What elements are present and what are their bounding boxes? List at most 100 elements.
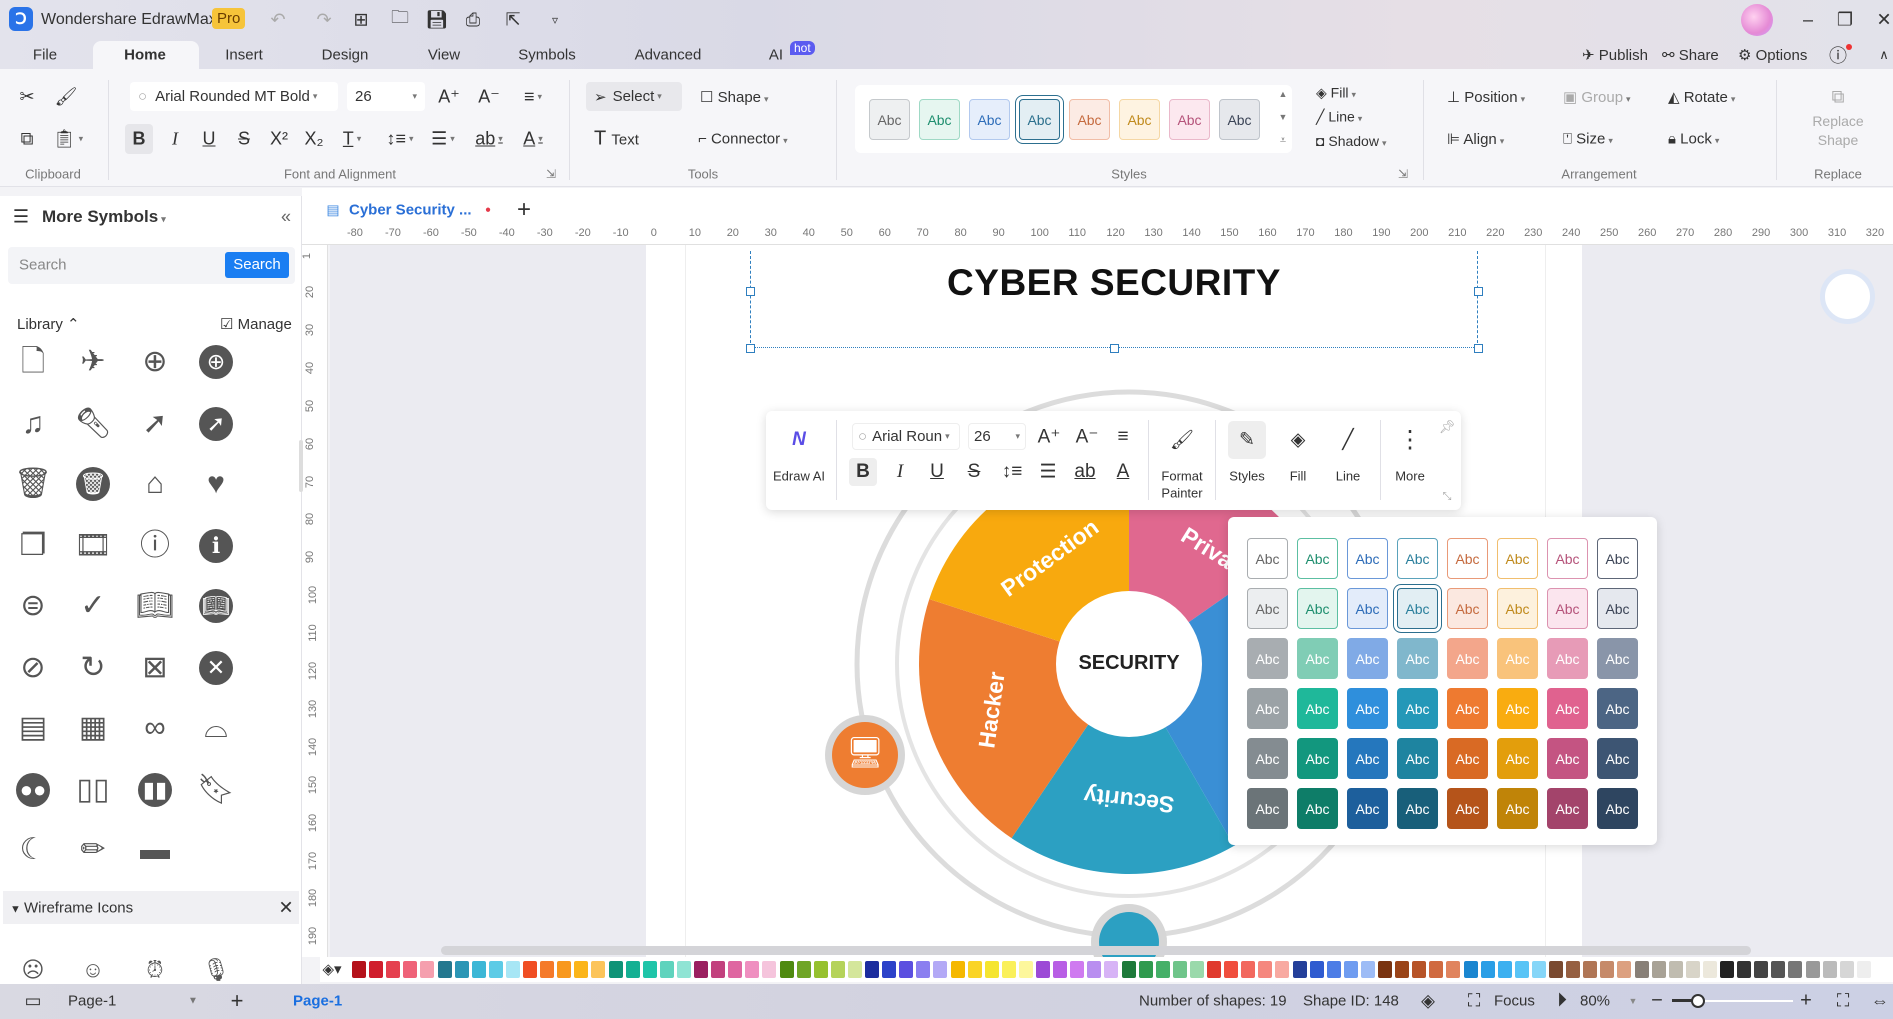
style-option[interactable]: Abc — [1247, 588, 1288, 629]
palette-swatch[interactable] — [865, 961, 879, 978]
trash-icon[interactable]: 🗑︎ — [14, 469, 52, 499]
palette-swatch[interactable] — [1839, 961, 1854, 978]
style-option[interactable]: Abc — [1447, 638, 1488, 679]
style-option[interactable]: Abc — [1347, 588, 1388, 629]
palette-swatch[interactable] — [608, 961, 623, 978]
palette-swatch[interactable] — [916, 961, 931, 978]
palette-swatch[interactable] — [1189, 961, 1204, 978]
palette-swatch[interactable] — [1497, 961, 1512, 978]
strikethrough-icon[interactable]: S — [968, 461, 981, 483]
style-option[interactable]: Abc — [1347, 638, 1388, 679]
palette-swatch[interactable] — [1070, 961, 1085, 978]
close-library-icon[interactable]: ✕ — [278, 898, 293, 919]
style-option[interactable]: Abc — [1347, 538, 1388, 579]
fill-label[interactable]: Fill — [1290, 469, 1307, 484]
microphone-icon[interactable]: 🎙︎ — [202, 959, 230, 981]
palette-swatch[interactable] — [1583, 961, 1598, 978]
heart-chat-icon[interactable]: ♥ — [207, 469, 225, 499]
style-option[interactable]: Abc — [1547, 638, 1588, 679]
plus-circle-filled-icon[interactable]: ⊕ — [199, 345, 233, 379]
zoom-out-button[interactable]: − — [1651, 990, 1663, 1013]
resize-icon[interactable]: ⤡ — [1443, 491, 1452, 504]
book-filled-icon[interactable]: ▮▮ — [138, 773, 172, 807]
palette-swatch[interactable] — [1566, 961, 1581, 978]
palette-swatch[interactable] — [1395, 961, 1410, 978]
horizontal-scrollbar[interactable] — [441, 946, 1751, 955]
style-option[interactable]: Abc — [1547, 738, 1588, 779]
style-option[interactable]: Abc — [1297, 588, 1338, 629]
zoom-dropdown-icon[interactable]: ▼ — [1629, 996, 1638, 1006]
palette-swatch[interactable] — [1121, 961, 1136, 978]
palette-swatch[interactable] — [1531, 961, 1546, 978]
palette-swatch[interactable] — [1634, 961, 1649, 978]
glasses-icon[interactable]: ∞ — [144, 713, 165, 743]
palette-swatch[interactable] — [984, 961, 999, 978]
align-icon[interactable]: ≡ — [1117, 426, 1128, 448]
style-option[interactable]: Abc — [1397, 538, 1438, 579]
fill-icon[interactable]: ◈ — [1291, 429, 1306, 452]
style-option[interactable]: Abc — [1597, 738, 1638, 779]
palette-swatch[interactable] — [625, 961, 640, 978]
palette-swatch[interactable] — [676, 961, 691, 978]
fit-page-icon[interactable]: ⇔ — [1871, 991, 1889, 1012]
compass-icon[interactable]: ⊘ — [20, 653, 45, 683]
play-icon[interactable]: ⏵ — [1557, 990, 1567, 1013]
style-option[interactable]: Abc — [1347, 738, 1388, 779]
focus-icon[interactable]: ⛶ — [1468, 991, 1481, 1012]
highlight-icon[interactable]: ab — [1074, 461, 1095, 483]
style-option[interactable]: Abc — [1547, 688, 1588, 729]
wireframe-label[interactable]: ▼ Wireframe Icons — [10, 900, 133, 917]
line-label[interactable]: Line — [1336, 469, 1361, 484]
filter-circle-icon[interactable]: ⊜ — [20, 591, 45, 621]
style-option[interactable]: Abc — [1397, 738, 1438, 779]
alarm-clock-icon[interactable]: ⏰︎ — [146, 959, 163, 981]
style-option[interactable]: Abc — [1297, 738, 1338, 779]
style-option[interactable]: Abc — [1347, 688, 1388, 729]
palette-swatch[interactable] — [437, 961, 452, 978]
style-option[interactable]: Abc — [1447, 538, 1488, 579]
palette-swatch[interactable] — [1805, 961, 1820, 978]
style-option[interactable]: Abc — [1297, 538, 1338, 579]
palette-swatch[interactable] — [882, 961, 897, 978]
copy-icon[interactable]: ❐ — [20, 531, 47, 561]
palette-swatch[interactable] — [1018, 961, 1033, 978]
palette-swatch[interactable] — [1754, 961, 1769, 978]
resize-handle[interactable] — [1474, 344, 1483, 353]
palette-swatch[interactable] — [1001, 961, 1016, 978]
zoom-select[interactable]: 80% — [1580, 993, 1610, 1010]
palette-swatch[interactable] — [779, 961, 794, 978]
style-option[interactable]: Abc — [1597, 638, 1638, 679]
font-color-icon[interactable]: A — [1117, 461, 1130, 483]
inbox-tray-icon[interactable]: ▤ — [19, 713, 47, 743]
palette-swatch[interactable] — [745, 961, 760, 978]
palette-swatch[interactable] — [1856, 961, 1871, 978]
palette-swatch[interactable] — [1309, 961, 1324, 978]
battery-icon[interactable]: ▬ — [140, 835, 170, 865]
style-option[interactable]: Abc — [1497, 588, 1538, 629]
style-option[interactable]: Abc — [1297, 638, 1338, 679]
style-option[interactable]: Abc — [1497, 738, 1538, 779]
style-option[interactable]: Abc — [1397, 688, 1438, 729]
fullscreen-icon[interactable]: ⛶ — [1837, 991, 1850, 1012]
center-label[interactable]: SECURITY — [1029, 652, 1229, 675]
palette-swatch[interactable] — [1685, 961, 1700, 978]
palette-swatch[interactable] — [1360, 961, 1375, 978]
palette-swatch[interactable] — [830, 961, 845, 978]
fill-color-icon[interactable]: ◈▾ — [322, 960, 341, 978]
style-option[interactable]: Abc — [1397, 788, 1438, 829]
palette-swatch[interactable] — [847, 961, 862, 978]
sad-face-icon[interactable]: ☹ — [22, 959, 45, 981]
style-option[interactable]: Abc — [1447, 688, 1488, 729]
palette-swatch[interactable] — [403, 961, 418, 978]
document-icon[interactable]: 🗋 — [21, 347, 45, 377]
more-icon[interactable]: ⋮ — [1398, 426, 1422, 455]
format-painter-label-2[interactable]: Painter — [1161, 486, 1202, 501]
style-option[interactable]: Abc — [1247, 538, 1288, 579]
page-tab-active[interactable]: Page-1 — [293, 993, 342, 1010]
palette-swatch[interactable] — [454, 961, 469, 978]
style-option[interactable]: Abc — [1547, 538, 1588, 579]
style-option[interactable]: Abc — [1597, 788, 1638, 829]
palette-swatch[interactable] — [574, 961, 589, 978]
bookmark-icon[interactable]: 🔖︎ — [197, 775, 235, 805]
mini-font-select[interactable]: ○ Arial Roun ▾ — [852, 423, 960, 450]
